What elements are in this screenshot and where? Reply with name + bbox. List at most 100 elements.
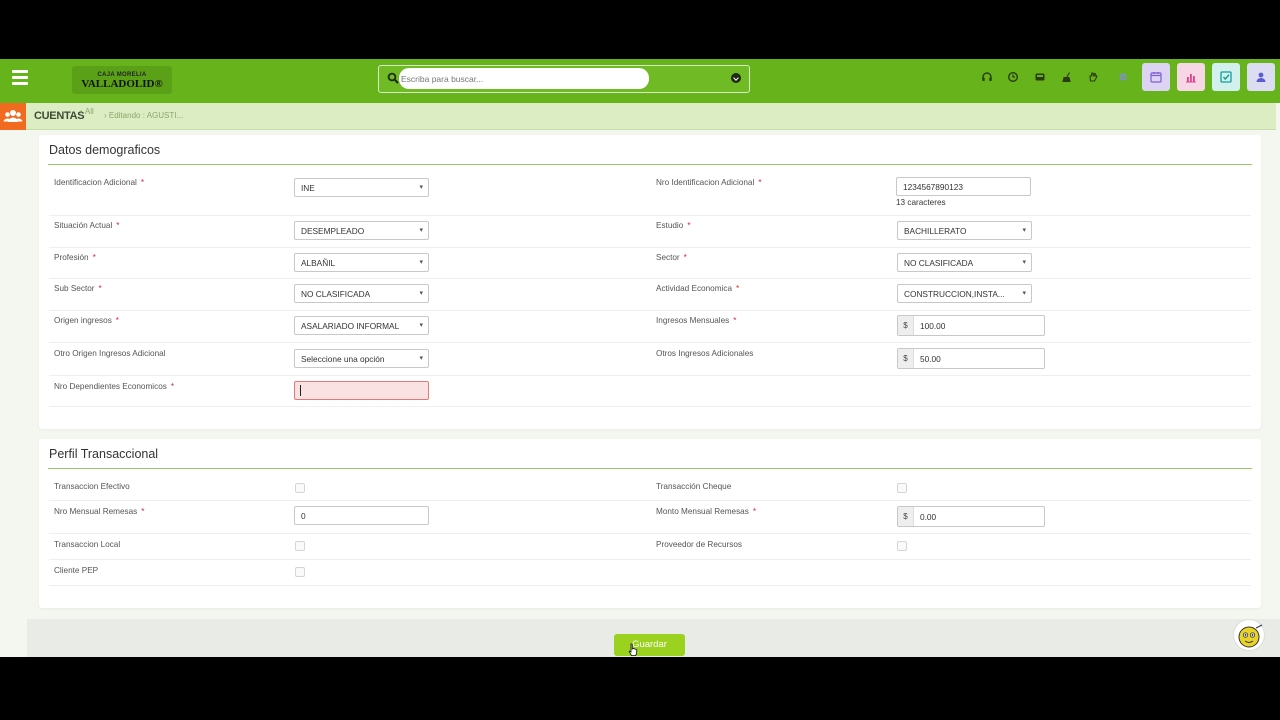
- proveedor-label: Proveedor de Recursos: [656, 540, 743, 549]
- transaccional-panel: Perfil Transaccional Transaccion Efectiv…: [39, 439, 1261, 608]
- divider: [49, 375, 1251, 376]
- required-mark: *: [115, 316, 119, 325]
- char-count-hint: 13 caracteres: [896, 198, 946, 207]
- save-button[interactable]: Guardar: [614, 634, 685, 656]
- divider: [48, 164, 1252, 165]
- required-mark: *: [687, 221, 691, 230]
- calendar-icon: [1150, 72, 1162, 83]
- nro-identificacion-label: Nro Identificacion Adicional *: [656, 178, 762, 187]
- sector-select[interactable]: NO CLASIFICADA: [897, 253, 1032, 272]
- required-mark: *: [140, 178, 145, 187]
- proveedor-checkbox[interactable]: [897, 541, 907, 551]
- users-group-icon: [3, 110, 23, 122]
- origen-label-text: Origen ingresos: [54, 316, 112, 325]
- reports-app-button[interactable]: [1177, 63, 1205, 91]
- search-input[interactable]: [399, 68, 649, 89]
- text-caret: [300, 385, 301, 396]
- broom-icon[interactable]: [1061, 71, 1073, 83]
- ingresos-label: Ingresos Mensuales *: [656, 316, 736, 325]
- actividad-label-text: Actividad Economica: [656, 284, 732, 293]
- support-chat-icon[interactable]: [1233, 619, 1265, 651]
- clock-icon[interactable]: [1007, 71, 1019, 83]
- remesas-label: Nro Mensual Remesas *: [54, 507, 144, 516]
- settings-icon[interactable]: [1117, 71, 1129, 83]
- headset-icon[interactable]: [981, 71, 993, 83]
- profesion-label-text: Profesión: [54, 253, 89, 262]
- otros-ingresos-input[interactable]: $ 50.00: [897, 348, 1045, 369]
- situacion-select[interactable]: DESEMPLEADO: [294, 221, 429, 240]
- search-bar: [378, 65, 750, 93]
- profesion-label: Profesión *: [54, 253, 96, 262]
- user-icon: [1256, 72, 1266, 82]
- subsector-select[interactable]: NO CLASIFICADA: [294, 284, 429, 303]
- monto-value: 0.00: [920, 512, 937, 522]
- required-mark: *: [98, 284, 102, 293]
- situacion-label-text: Situación Actual: [54, 221, 113, 230]
- hand-icon[interactable]: [1087, 71, 1099, 83]
- divider: [49, 247, 1251, 248]
- logo-line2: VALLADOLID®: [81, 78, 163, 90]
- required-mark: *: [92, 253, 96, 262]
- demograficos-title: Datos demograficos: [49, 143, 161, 157]
- divider: [49, 533, 1251, 534]
- monto-label: Monto Mensual Remesas *: [656, 507, 756, 516]
- top-bar: CAJA MORELIA VALLADOLID®: [0, 59, 1280, 103]
- demograficos-panel: Datos demograficos Identificacion Adicio…: [39, 135, 1261, 429]
- breadcrumb-current: › Editando : AGUSTI...: [104, 111, 184, 120]
- required-mark: *: [141, 507, 145, 516]
- ingresos-input[interactable]: $ 100.00: [897, 315, 1045, 336]
- dependientes-label-text: Nro Dependientes Economicos: [54, 382, 167, 391]
- required-mark: *: [683, 253, 687, 262]
- ingresos-label-text: Ingresos Mensuales: [656, 316, 730, 325]
- efectivo-label: Transaccion Efectivo: [54, 482, 130, 491]
- breadcrumb-all-link[interactable]: › All: [80, 107, 94, 116]
- local-label: Transaccion Local: [54, 540, 121, 549]
- monto-input[interactable]: $ 0.00: [897, 506, 1045, 527]
- pep-label: Cliente PEP: [54, 566, 99, 575]
- otro-origen-select[interactable]: Seleccione una opción: [294, 349, 429, 368]
- dependientes-input[interactable]: [294, 381, 429, 400]
- situacion-label: Situación Actual *: [54, 221, 119, 230]
- required-mark: *: [170, 382, 175, 391]
- hand-cursor-icon: [628, 643, 638, 656]
- checkbox-icon: [1220, 71, 1232, 83]
- local-checkbox[interactable]: [295, 541, 305, 551]
- module-title[interactable]: CUENTAS: [34, 110, 85, 122]
- breadcrumb-all-label: All: [84, 107, 94, 116]
- search-icon[interactable]: [387, 72, 399, 84]
- identificacion-label: Identificacion Adicional *: [54, 178, 144, 187]
- actividad-select[interactable]: CONSTRUCCION,INSTA...: [897, 284, 1032, 303]
- origen-select[interactable]: ASALARIADO INFORMAL: [294, 316, 429, 335]
- currency-addon: $: [898, 349, 914, 368]
- cheque-label: Transacción Cheque: [656, 482, 732, 491]
- actividad-label: Actividad Economica *: [656, 284, 739, 293]
- identificacion-select[interactable]: INE: [294, 178, 429, 197]
- divider: [49, 585, 1251, 586]
- pep-checkbox[interactable]: [295, 567, 305, 577]
- bar-chart-icon: [1186, 74, 1196, 83]
- divider: [49, 406, 1251, 407]
- breadcrumb: CUENTAS › All › Editando : AGUSTI...: [0, 103, 1276, 130]
- brand-logo[interactable]: CAJA MORELIA VALLADOLID®: [72, 66, 172, 94]
- nro-identificacion-input[interactable]: 1234567890123: [896, 177, 1031, 196]
- estudio-select[interactable]: BACHILLERATO: [897, 221, 1032, 240]
- transaccional-title: Perfil Transaccional: [49, 447, 159, 461]
- app-window: CAJA MORELIA VALLADOLID® CU: [0, 59, 1280, 657]
- required-mark: *: [116, 221, 120, 230]
- profesion-select[interactable]: ALBAÑIL: [294, 253, 429, 272]
- cheque-checkbox[interactable]: [897, 483, 907, 493]
- remesas-input[interactable]: 0: [294, 506, 429, 525]
- chevron-down-icon[interactable]: [731, 73, 741, 83]
- module-icon[interactable]: [0, 103, 26, 130]
- divider: [49, 342, 1251, 343]
- hamburger-menu-icon[interactable]: [12, 70, 28, 85]
- nro-identificacion-label-text: Nro Identificacion Adicional: [656, 178, 755, 187]
- calendar-app-button[interactable]: [1142, 63, 1170, 91]
- dependientes-label: Nro Dependientes Economicos *: [54, 382, 174, 391]
- inbox-icon[interactable]: [1034, 71, 1046, 83]
- efectivo-checkbox[interactable]: [295, 483, 305, 493]
- tasks-app-button[interactable]: [1212, 63, 1240, 91]
- divider: [49, 278, 1251, 279]
- user-app-button[interactable]: [1247, 63, 1275, 91]
- chat-face-icon: [1238, 624, 1263, 648]
